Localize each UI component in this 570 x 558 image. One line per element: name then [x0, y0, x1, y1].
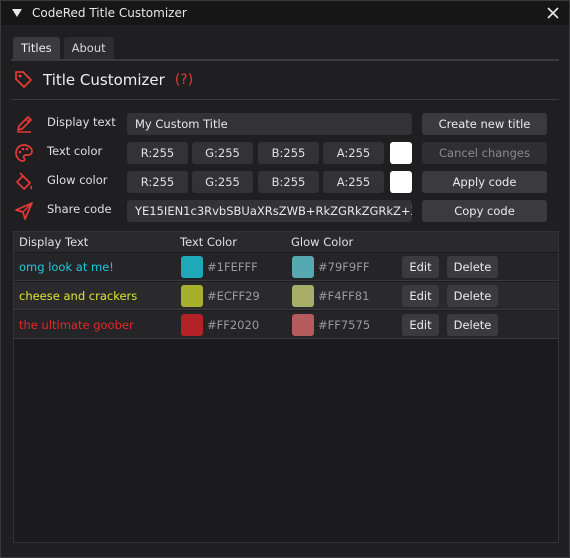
glow-color-swatch[interactable]: [390, 171, 412, 193]
glow-color-label: Glow color: [47, 173, 108, 187]
row-display-text: the ultimate goober: [19, 318, 134, 332]
glow-color-alpha[interactable]: A:255: [323, 171, 384, 193]
window-title: CodeRed Title Customizer: [32, 6, 187, 20]
row-text-color-hex: #1FEFFF: [207, 260, 258, 274]
row-glow-color-hex: #FF7575: [318, 318, 371, 332]
tab-about[interactable]: About: [63, 37, 114, 59]
glow-color-green[interactable]: G:255: [192, 171, 253, 193]
row-display-text: cheese and crackers: [19, 289, 138, 303]
edit-button[interactable]: Edit: [402, 285, 439, 307]
text-color-label: Text color: [47, 144, 103, 158]
edit-button[interactable]: Edit: [402, 256, 439, 278]
table-row: omg look at me! #1FEFFF #79F9FF Edit Del…: [14, 253, 558, 281]
title-bar: CodeRed Title Customizer: [1, 1, 569, 25]
section-header: Title Customizer (?): [13, 67, 193, 93]
row-text-color-swatch: [181, 256, 203, 278]
tab-titles[interactable]: Titles: [13, 37, 60, 59]
row-glow-color-swatch: [292, 285, 314, 307]
create-new-title-button[interactable]: Create new title: [422, 113, 547, 135]
main-window: CodeRed Title Customizer Titles About Ti…: [0, 0, 570, 558]
row-text-color-hex: #ECFF29: [207, 289, 260, 303]
glow-color-red[interactable]: R:255: [127, 171, 188, 193]
page-title: Title Customizer: [43, 71, 165, 89]
text-color-red[interactable]: R:255: [127, 142, 188, 164]
row-glow-color-swatch: [292, 256, 314, 278]
row-text-color-swatch: [181, 314, 203, 336]
row-text-color-hex: #FF2020: [207, 318, 260, 332]
row-glow-color-hex: #F4FF81: [318, 289, 370, 303]
column-text-color: Text Color: [180, 235, 237, 249]
edit-button[interactable]: Edit: [402, 314, 439, 336]
table-row: cheese and crackers #ECFF29 #F4FF81 Edit…: [14, 282, 558, 310]
pencil-icon: [13, 113, 35, 135]
apply-code-button[interactable]: Apply code: [422, 171, 547, 193]
text-color-green[interactable]: G:255: [192, 142, 253, 164]
header-divider: [11, 99, 559, 100]
column-glow-color: Glow Color: [291, 235, 354, 249]
tab-divider: [11, 59, 559, 61]
text-color-blue[interactable]: B:255: [258, 142, 319, 164]
tag-icon: [13, 69, 33, 92]
row-display-text: omg look at me!: [19, 260, 114, 274]
close-icon[interactable]: [545, 5, 561, 21]
help-marker[interactable]: (?): [175, 72, 193, 88]
share-code-label: Share code: [47, 202, 112, 216]
cancel-changes-button[interactable]: Cancel changes: [422, 142, 547, 164]
copy-code-button[interactable]: Copy code: [422, 200, 547, 222]
table-row: the ultimate goober #FF2020 #FF7575 Edit…: [14, 311, 558, 339]
palette-icon: [13, 142, 35, 164]
row-glow-color-swatch: [292, 314, 314, 336]
delete-button[interactable]: Delete: [447, 285, 498, 307]
paint-bucket-icon: [13, 171, 35, 193]
titles-table: Display Text Text Color Glow Color omg l…: [13, 231, 559, 543]
text-color-swatch[interactable]: [390, 142, 412, 164]
tab-bar: Titles About: [13, 37, 114, 59]
delete-button[interactable]: Delete: [447, 314, 498, 336]
table-header: Display Text Text Color Glow Color: [14, 232, 558, 252]
glow-color-blue[interactable]: B:255: [258, 171, 319, 193]
display-text-label: Display text: [47, 115, 116, 129]
send-icon: [13, 200, 35, 222]
row-text-color-swatch: [181, 285, 203, 307]
column-display-text: Display Text: [19, 235, 89, 249]
share-code-input[interactable]: YE15IEN1c3RvbSBUaXRsZWB+RkZGRkZGRkZ+XkZG…: [127, 200, 412, 222]
collapse-triangle-icon[interactable]: [11, 7, 23, 19]
delete-button[interactable]: Delete: [447, 256, 498, 278]
row-glow-color-hex: #79F9FF: [318, 260, 370, 274]
text-color-alpha[interactable]: A:255: [323, 142, 384, 164]
display-text-input[interactable]: My Custom Title: [127, 113, 412, 135]
